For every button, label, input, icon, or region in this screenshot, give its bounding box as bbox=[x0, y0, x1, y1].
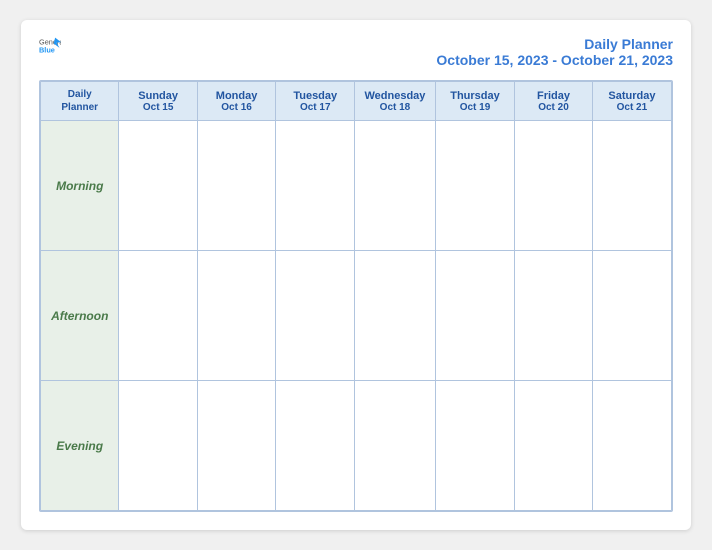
afternoon-row: Afternoon bbox=[41, 251, 672, 381]
col-friday-day: Friday bbox=[519, 90, 588, 102]
label-column-header: Daily Planner bbox=[41, 82, 119, 121]
afternoon-tuesday-cell[interactable] bbox=[276, 251, 355, 381]
daily-planner-header-line1: Daily bbox=[45, 88, 114, 101]
col-wednesday-day: Wednesday bbox=[359, 90, 431, 102]
afternoon-label: Afternoon bbox=[41, 251, 119, 381]
col-saturday-date: Oct 21 bbox=[597, 102, 667, 113]
svg-text:Blue: Blue bbox=[39, 45, 55, 54]
col-friday-date: Oct 20 bbox=[519, 102, 588, 113]
morning-sunday-cell[interactable] bbox=[119, 121, 197, 251]
col-thursday: Thursday Oct 19 bbox=[435, 82, 514, 121]
evening-label: Evening bbox=[41, 381, 119, 511]
morning-tuesday-cell[interactable] bbox=[276, 121, 355, 251]
morning-friday-cell[interactable] bbox=[515, 121, 593, 251]
morning-thursday-cell[interactable] bbox=[435, 121, 514, 251]
col-saturday: Saturday Oct 21 bbox=[592, 82, 671, 121]
col-tuesday-date: Oct 17 bbox=[280, 102, 350, 113]
evening-row: Evening bbox=[41, 381, 672, 511]
afternoon-monday-cell[interactable] bbox=[197, 251, 276, 381]
column-header-row: Daily Planner Sunday Oct 15 Monday Oct 1… bbox=[41, 82, 672, 121]
col-monday-date: Oct 16 bbox=[202, 102, 272, 113]
col-wednesday: Wednesday Oct 18 bbox=[355, 82, 436, 121]
evening-thursday-cell[interactable] bbox=[435, 381, 514, 511]
title-area: Daily Planner October 15, 2023 - October… bbox=[436, 36, 673, 68]
col-saturday-day: Saturday bbox=[597, 90, 667, 102]
afternoon-thursday-cell[interactable] bbox=[435, 251, 514, 381]
afternoon-friday-cell[interactable] bbox=[515, 251, 593, 381]
generalblue-logo-icon: General Blue bbox=[39, 36, 61, 54]
evening-saturday-cell[interactable] bbox=[592, 381, 671, 511]
morning-saturday-cell[interactable] bbox=[592, 121, 671, 251]
planner-table: Daily Planner Sunday Oct 15 Monday Oct 1… bbox=[40, 81, 672, 511]
daily-planner-header-line2: Planner bbox=[45, 101, 114, 114]
morning-row: Morning bbox=[41, 121, 672, 251]
col-tuesday-day: Tuesday bbox=[280, 90, 350, 102]
header: General Blue Daily Planner October 15, 2… bbox=[39, 36, 673, 68]
col-monday-day: Monday bbox=[202, 90, 272, 102]
planner-date-range: October 15, 2023 - October 21, 2023 bbox=[436, 52, 673, 68]
morning-wednesday-cell[interactable] bbox=[355, 121, 436, 251]
morning-monday-cell[interactable] bbox=[197, 121, 276, 251]
morning-label: Morning bbox=[41, 121, 119, 251]
logo-block: General Blue bbox=[39, 36, 61, 59]
planner-grid: Daily Planner Sunday Oct 15 Monday Oct 1… bbox=[39, 80, 673, 512]
col-sunday: Sunday Oct 15 bbox=[119, 82, 197, 121]
col-sunday-day: Sunday bbox=[123, 90, 192, 102]
evening-sunday-cell[interactable] bbox=[119, 381, 197, 511]
logo-area: General Blue bbox=[39, 36, 61, 59]
col-tuesday: Tuesday Oct 17 bbox=[276, 82, 355, 121]
planner-container: General Blue Daily Planner October 15, 2… bbox=[21, 20, 691, 530]
afternoon-wednesday-cell[interactable] bbox=[355, 251, 436, 381]
afternoon-sunday-cell[interactable] bbox=[119, 251, 197, 381]
col-thursday-day: Thursday bbox=[440, 90, 510, 102]
evening-wednesday-cell[interactable] bbox=[355, 381, 436, 511]
evening-friday-cell[interactable] bbox=[515, 381, 593, 511]
col-monday: Monday Oct 16 bbox=[197, 82, 276, 121]
col-thursday-date: Oct 19 bbox=[440, 102, 510, 113]
evening-monday-cell[interactable] bbox=[197, 381, 276, 511]
col-friday: Friday Oct 20 bbox=[515, 82, 593, 121]
planner-title: Daily Planner bbox=[436, 36, 673, 52]
afternoon-saturday-cell[interactable] bbox=[592, 251, 671, 381]
col-sunday-date: Oct 15 bbox=[123, 102, 192, 113]
evening-tuesday-cell[interactable] bbox=[276, 381, 355, 511]
col-wednesday-date: Oct 18 bbox=[359, 102, 431, 113]
